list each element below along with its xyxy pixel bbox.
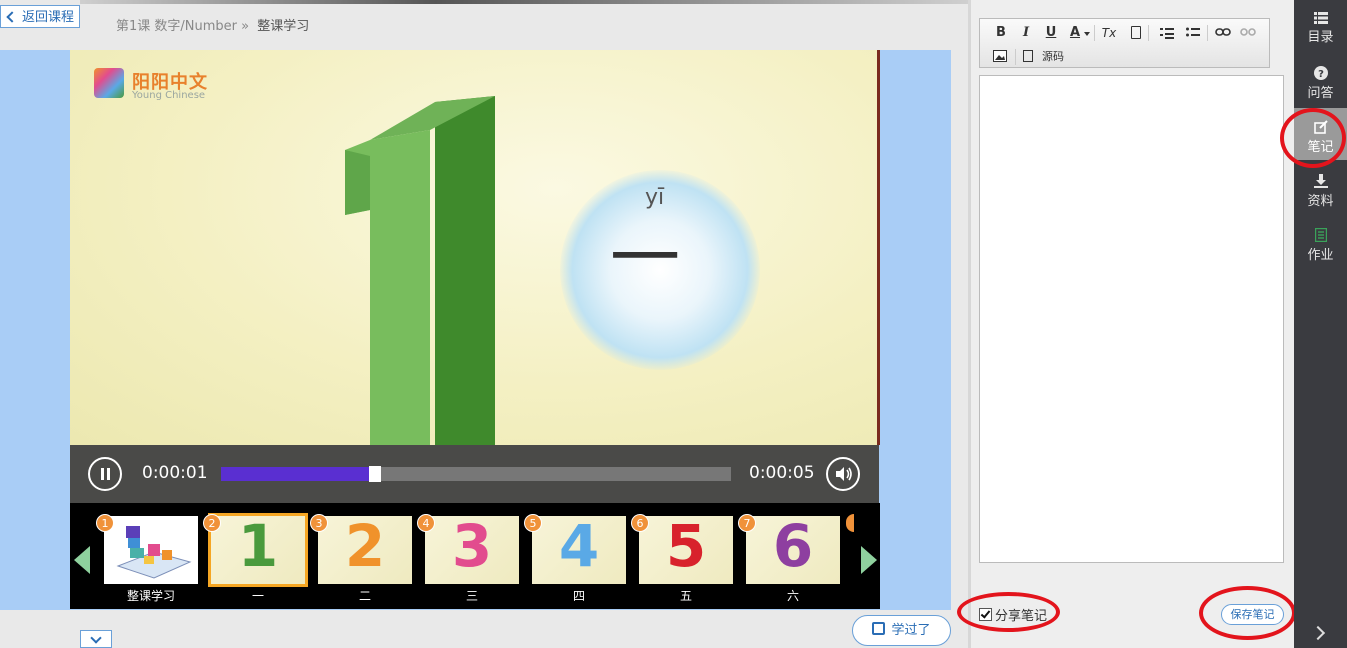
bold-button[interactable]: B bbox=[994, 24, 1008, 42]
toolbar-separator bbox=[1148, 25, 1149, 41]
ordered-list-icon[interactable] bbox=[1160, 26, 1174, 40]
chevron-left-icon bbox=[6, 11, 18, 23]
chapter-prev-arrow[interactable] bbox=[74, 546, 90, 574]
breadcrumb: 第1课 数字/Number » 整课学习 bbox=[116, 15, 309, 34]
total-time: 0:00:05 bbox=[749, 463, 815, 483]
nav-label: 目录 bbox=[1307, 30, 1334, 45]
svg-text:?: ? bbox=[1318, 69, 1324, 80]
chapter-thumbnail[interactable]: 2 bbox=[318, 516, 412, 584]
toolbar-separator bbox=[1094, 25, 1095, 41]
chapter-label: 六 bbox=[786, 589, 799, 603]
mark-learned-label: 学过了 bbox=[891, 623, 931, 638]
download-icon bbox=[1313, 174, 1328, 188]
paste-icon[interactable] bbox=[1131, 26, 1141, 39]
unlink-icon[interactable] bbox=[1240, 27, 1256, 37]
chapter-thumbnail-glyph: 5 bbox=[665, 516, 707, 580]
chevron-down-icon bbox=[90, 632, 102, 644]
breadcrumb-lesson[interactable]: 第1课 数字/Number » bbox=[116, 19, 249, 34]
chapter-thumbnail[interactable]: 3 bbox=[425, 516, 519, 584]
nav-item-materials[interactable]: 资料 bbox=[1294, 162, 1347, 214]
toolbar-separator bbox=[1015, 49, 1016, 65]
video-frame[interactable]: 阳阳中文 Young Chinese yī 一 bbox=[70, 50, 879, 445]
chapter-thumbnail-glyph: 3 bbox=[451, 516, 493, 580]
checkbox-square-icon bbox=[872, 622, 886, 635]
pinyin-text: yī bbox=[645, 185, 665, 210]
chapter-number-badge: 6 bbox=[631, 514, 649, 532]
source-code-icon bbox=[1023, 50, 1033, 62]
mark-learned-button[interactable]: 学过了 bbox=[852, 615, 951, 646]
annotation-circle-notes-tab bbox=[1280, 108, 1346, 168]
chapter-thumbnail[interactable]: 1 bbox=[208, 513, 308, 587]
chapter-number-badge: 3 bbox=[310, 514, 328, 532]
lesson-blocks-icon bbox=[116, 526, 192, 579]
chapter-number-badge: 4 bbox=[417, 514, 435, 532]
chapter-thumbnail[interactable]: 6 bbox=[746, 516, 840, 584]
list-icon bbox=[1313, 12, 1328, 24]
note-editor[interactable] bbox=[979, 75, 1284, 563]
logo-subtext: Young Chinese bbox=[132, 90, 206, 101]
homework-icon bbox=[1314, 228, 1327, 242]
chapter-label: 二 bbox=[358, 589, 371, 603]
chapter-label: 整课学习 bbox=[126, 589, 175, 603]
volume-icon bbox=[836, 467, 852, 481]
chapter-label: 一 bbox=[251, 589, 264, 603]
bullet-list-icon[interactable] bbox=[1186, 26, 1200, 40]
chapter-label: 三 bbox=[465, 589, 478, 603]
font-color-button[interactable]: A bbox=[1068, 24, 1082, 42]
source-code-button[interactable]: 源码 bbox=[1038, 48, 1068, 66]
nav-item-qa[interactable]: ? 问答 bbox=[1294, 54, 1347, 106]
chapter-thumbnail-glyph: 1 bbox=[237, 516, 279, 580]
link-icon[interactable] bbox=[1215, 27, 1231, 37]
progress-fill bbox=[221, 467, 369, 481]
underline-button[interactable]: U bbox=[1044, 24, 1058, 42]
chapter-thumbnail-glyph: 2 bbox=[344, 516, 386, 580]
caret-down-icon bbox=[1084, 32, 1090, 36]
chinese-character: 一 bbox=[610, 217, 680, 299]
chapter-number-badge: 1 bbox=[96, 514, 114, 532]
expand-button[interactable] bbox=[80, 630, 112, 648]
video-edge bbox=[877, 50, 880, 445]
chapter-thumbnail-glyph: 4 bbox=[558, 516, 600, 580]
logo-icon bbox=[94, 68, 124, 98]
back-to-course-button[interactable]: 返回课程 bbox=[0, 5, 80, 28]
chapter-thumbnail[interactable] bbox=[104, 516, 198, 584]
image-icon[interactable] bbox=[993, 50, 1007, 62]
chapter-next-arrow[interactable] bbox=[861, 546, 877, 574]
progress-handle[interactable] bbox=[368, 466, 381, 482]
chapter-thumbnail-glyph: 6 bbox=[772, 516, 814, 580]
pause-button[interactable] bbox=[88, 457, 122, 491]
clear-format-button[interactable]: Tx bbox=[1100, 24, 1118, 42]
current-time: 0:00:01 bbox=[142, 463, 208, 483]
nav-label: 作业 bbox=[1307, 248, 1334, 263]
editor-toolbar: B I U A Tx 源码 bbox=[979, 18, 1270, 68]
chapter-label: 四 bbox=[572, 589, 585, 603]
number-one-figure bbox=[345, 96, 495, 445]
nav-item-homework[interactable]: 作业 bbox=[1294, 216, 1347, 268]
chapter-label: 五 bbox=[679, 589, 692, 603]
question-icon: ? bbox=[1313, 66, 1328, 80]
italic-button[interactable]: I bbox=[1019, 24, 1033, 42]
chapter-number-badge: 7 bbox=[738, 514, 756, 532]
progress-bar[interactable] bbox=[221, 466, 731, 482]
nav-item-catalog[interactable]: 目录 bbox=[1294, 0, 1347, 52]
chapter-number-badge: 2 bbox=[203, 514, 221, 532]
toolbar-separator bbox=[1207, 25, 1208, 41]
back-button-label: 返回课程 bbox=[22, 10, 75, 25]
chapter-thumbnail[interactable]: 5 bbox=[639, 516, 733, 584]
breadcrumb-current: 整课学习 bbox=[257, 19, 310, 34]
nav-label: 问答 bbox=[1307, 86, 1334, 101]
volume-button[interactable] bbox=[826, 457, 860, 491]
next-chapter-badge-partial bbox=[846, 514, 854, 532]
top-divider bbox=[80, 0, 968, 4]
annotation-circle-save bbox=[1199, 586, 1296, 640]
chapter-number-badge: 5 bbox=[524, 514, 542, 532]
annotation-circle-share bbox=[957, 592, 1060, 632]
chapter-thumbnail[interactable]: 4 bbox=[532, 516, 626, 584]
nav-label: 资料 bbox=[1307, 194, 1334, 209]
